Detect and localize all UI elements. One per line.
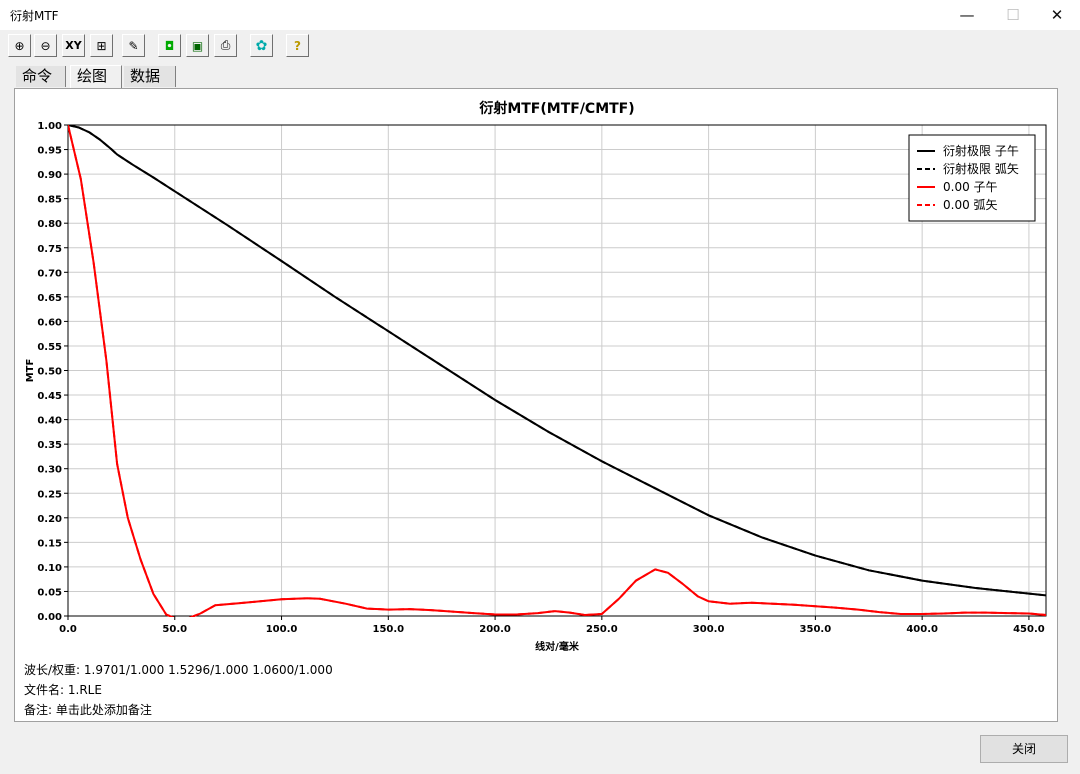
y-tick-label: 1.00 [37,121,62,132]
help-button[interactable]: ? [286,34,309,57]
file-value: 1.RLE [67,683,102,697]
series-line-3 [68,125,1046,617]
zoom-out-icon: ⊖ [40,38,51,53]
print-icon: ⎙ [220,38,231,52]
note-label: 备注: [24,703,53,717]
file-label: 文件名: [24,683,65,697]
x-tick-label: 350.0 [800,624,832,635]
window-title: 衍射MTF [10,9,59,23]
camera-icon: ◘ [164,38,175,53]
y-tick-label: 0.45 [37,391,62,402]
zoom-in-icon: ⊕ [14,38,25,53]
y-tick-label: 0.95 [37,146,62,157]
save-button[interactable]: ▣ [186,34,209,57]
maximize-button: ☐ [1006,6,1020,24]
y-axis-label: MTF [25,359,36,383]
y-tick-label: 0.00 [37,612,62,623]
series-line-1 [68,125,1046,597]
camera-button[interactable]: ◘ [158,34,181,57]
minimize-button[interactable]: — [944,0,990,30]
save-icon: ▣ [191,38,204,53]
settings-icon: ✿ [255,37,268,54]
help-icon: ? [294,38,301,53]
y-tick-label: 0.70 [37,268,62,279]
x-tick-label: 50.0 [162,624,187,635]
fit-icon: ⊞ [96,38,107,53]
pen-icon: ✎ [128,38,139,53]
y-tick-label: 0.65 [37,293,62,304]
y-tick-label: 0.35 [37,440,62,451]
x-tick-label: 300.0 [693,624,725,635]
x-tick-label: 450.0 [1013,624,1045,635]
legend-label: 衍射极限 弧矢 [943,161,1019,176]
close-window-button[interactable]: ✕ [1034,0,1080,30]
chart-title: 衍射MTF(MTF/CMTF) [478,100,634,117]
y-tick-label: 0.55 [37,342,62,353]
x-tick-label: 100.0 [266,624,298,635]
y-tick-label: 0.75 [37,244,62,255]
tab-command[interactable]: 命令 [16,66,66,87]
mtf-chart: 衍射MTF(MTF/CMTF) 0.00 0.05 0.10 0.15 0.20 0.25 0… [25,100,1047,653]
zoom-in-button[interactable]: ⊕ [8,34,31,57]
y-tick-label: 0.50 [37,367,62,378]
toolbar: ⊕ ⊖ XY ⊞ ✎ ◘ ▣ ⎙ ✿ ? [0,30,1080,64]
y-tick-label: 0.10 [37,563,62,574]
tab-data[interactable]: 数据 [124,66,176,87]
x-tick-label: 150.0 [372,624,404,635]
wavelength-value: 1.9701/1.000 1.5296/1.000 1.0600/1.000 [83,663,333,677]
y-tick-label: 0.80 [37,219,62,230]
x-axis-label: 线对/毫米 [535,640,580,653]
tab-plot[interactable]: 绘图 [70,65,122,88]
y-tick-label: 0.90 [37,170,62,181]
y-tick-label: 0.15 [37,538,62,549]
note-value[interactable]: 单击此处添加备注 [56,703,152,717]
title-bar: 衍射MTF — ☐ ✕ [0,0,1080,30]
legend-label: 0.00 子午 [943,180,998,194]
x-tick-label: 250.0 [586,624,618,635]
print-button[interactable]: ⎙ [214,34,237,57]
fit-button[interactable]: ⊞ [90,34,113,57]
y-tick-label: 0.60 [37,317,62,328]
xy-icon: XY [65,39,82,52]
y-tick-label: 0.20 [37,514,62,525]
pen-button[interactable]: ✎ [122,34,145,57]
x-tick-label: 200.0 [479,624,511,635]
legend-label: 0.00 弧矢 [943,198,998,212]
x-tick-label: 0.0 [59,624,77,635]
file-info: 文件名: 1.RLE [24,681,102,698]
y-tick-label: 0.25 [37,489,62,500]
y-tick-label: 0.40 [37,416,62,427]
legend-label: 衍射极限 子午 [943,143,1019,158]
settings-button[interactable]: ✿ [250,34,273,57]
xy-button[interactable]: XY [62,34,85,57]
plot-panel: 衍射MTF(MTF/CMTF) 0.00 0.05 0.10 0.15 0.20 0.25 0… [14,88,1058,722]
series-line-0 [68,125,1046,597]
wavelength-info: 波长/权重: 1.9701/1.000 1.5296/1.000 1.0600/… [24,661,333,678]
wavelength-label: 波长/权重: [24,663,81,677]
zoom-out-button[interactable]: ⊖ [34,34,57,57]
close-button[interactable]: 关闭 [980,735,1068,763]
x-tick-label: 400.0 [906,624,938,635]
y-tick-label: 0.05 [37,587,62,598]
series-line-2 [68,125,1046,617]
y-tick-label: 0.85 [37,195,62,206]
note-info[interactable]: 备注: 单击此处添加备注 [24,701,152,718]
y-tick-label: 0.30 [37,465,62,476]
